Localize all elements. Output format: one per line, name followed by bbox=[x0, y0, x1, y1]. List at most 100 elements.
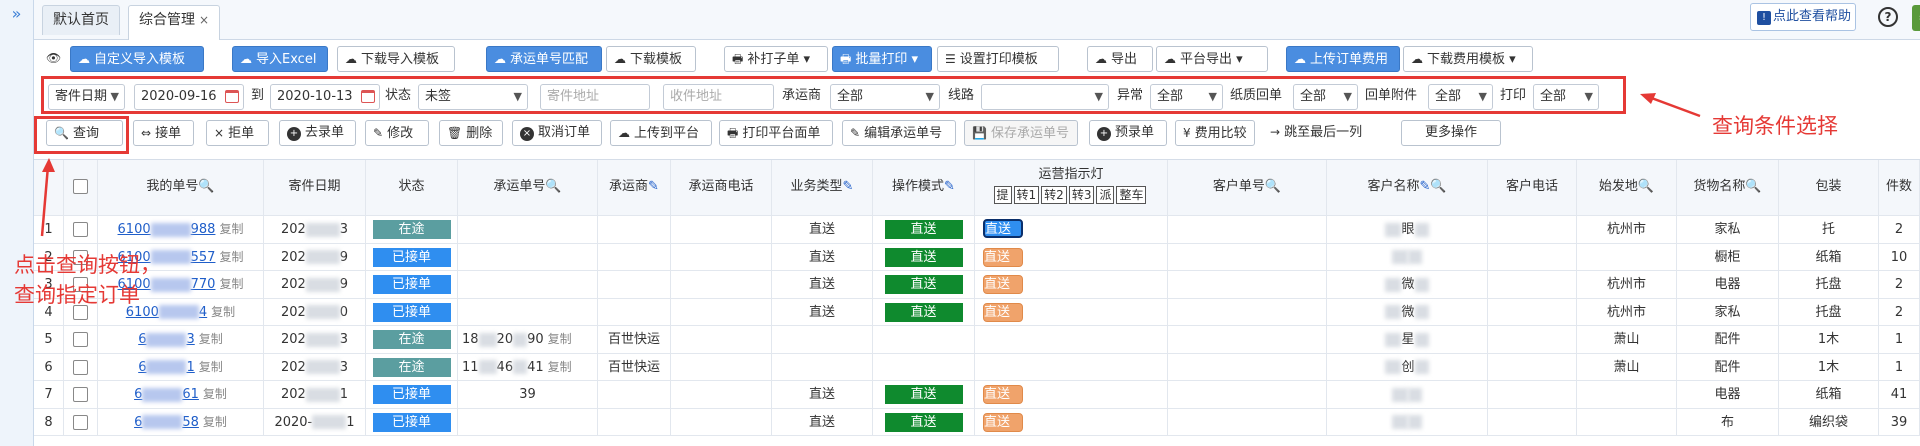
header-send-date[interactable]: 寄件日期 bbox=[264, 160, 366, 215]
header-cust-phone[interactable]: 客户电话 bbox=[1488, 160, 1577, 215]
modify-button[interactable]: ✎ 修改 bbox=[365, 120, 429, 146]
my-no-link[interactable]: 6 61 bbox=[134, 387, 199, 402]
eye-icon[interactable]: 👁 bbox=[46, 51, 61, 65]
cancel-order-button[interactable]: × 取消订单 bbox=[512, 120, 602, 146]
table-row[interactable]: 4 6100 4 复制 202 0 已接单 直送 直送 直送微杭州市 家私 托盘 2 bbox=[34, 298, 1920, 326]
header-origin[interactable]: 始发地🔍 bbox=[1577, 160, 1677, 215]
save-carrier-no-button[interactable]: 💾 保存承运单号 bbox=[964, 120, 1078, 146]
tab-comprehensive[interactable]: 综合管理 × bbox=[128, 5, 221, 40]
copy-link[interactable]: 复制 bbox=[203, 415, 227, 429]
lamp-badge[interactable]: 直送 bbox=[983, 247, 1023, 267]
pre-entry-button[interactable]: + 预录单 bbox=[1089, 120, 1167, 146]
status-select[interactable]: 未签 ▼ bbox=[418, 84, 528, 110]
select-all-checkbox[interactable] bbox=[73, 179, 88, 194]
calendar-icon[interactable] bbox=[225, 90, 239, 103]
paper-receipt-select[interactable]: 全部 ▼ bbox=[1293, 84, 1358, 110]
print-platform-waybill-button[interactable]: 🖶 打印平台面单 bbox=[719, 120, 833, 146]
lamp-filter-full-truck[interactable]: 整车 bbox=[1116, 186, 1147, 204]
table-row[interactable]: 5 6 3 复制 202 3 在途 18 20 90 复制 百世快运星萧山 配件 1木 1 bbox=[34, 326, 1920, 354]
header-select-all[interactable] bbox=[64, 160, 98, 215]
export-button[interactable]: ☁ 导出 bbox=[1087, 46, 1153, 72]
lamp-filter-pickup[interactable]: 提 bbox=[993, 186, 1012, 204]
settings-icon[interactable]: ⚙ bbox=[1912, 5, 1920, 31]
row-checkbox[interactable] bbox=[73, 387, 88, 402]
carrier-no-match-button[interactable]: ☁ 承运单号匹配 bbox=[486, 46, 602, 72]
print-select[interactable]: 全部 ▼ bbox=[1533, 84, 1599, 110]
query-button[interactable]: 🔍 查询 bbox=[46, 120, 123, 146]
reject-order-button[interactable]: × 拒单 bbox=[206, 120, 269, 146]
download-fee-template-button[interactable]: ☁ 下载费用模板 ▾ bbox=[1403, 46, 1533, 72]
search-icon[interactable]: 🔍 bbox=[198, 179, 214, 194]
header-pieces[interactable]: 件数 bbox=[1879, 160, 1920, 215]
accept-order-button[interactable]: ⇔ 接单 bbox=[133, 120, 194, 146]
header-my-no[interactable]: 我的单号🔍 bbox=[98, 160, 264, 215]
edit-carrier-no-button[interactable]: ✎ 编辑承运单号 bbox=[842, 120, 956, 146]
import-excel-button[interactable]: ☁ 导入Excel bbox=[232, 46, 328, 72]
calendar-icon[interactable] bbox=[361, 90, 375, 103]
date-to-input[interactable]: 2020-10-13 bbox=[270, 84, 380, 110]
header-goods[interactable]: 货物名称🔍 bbox=[1677, 160, 1779, 215]
copy-link[interactable]: 复制 bbox=[548, 332, 572, 346]
search-icon[interactable]: 🔍 bbox=[1745, 179, 1761, 194]
close-icon[interactable]: × bbox=[199, 13, 209, 27]
batch-print-button[interactable]: 🖶 批量打印 ▾ bbox=[832, 46, 932, 72]
tab-home[interactable]: 默认首页 bbox=[42, 5, 120, 35]
table-row[interactable]: 3 6100 770 复制 202 9 已接单 直送 直送 直送微杭州市 电器 托盘 2 bbox=[34, 271, 1920, 299]
copy-link[interactable]: 复制 bbox=[211, 305, 235, 319]
lamp-badge[interactable]: 直送 bbox=[983, 275, 1023, 294]
copy-link[interactable]: 复制 bbox=[219, 277, 243, 291]
search-icon[interactable]: 🔍 bbox=[1430, 179, 1446, 194]
pencil-icon[interactable]: ✎ bbox=[1419, 179, 1430, 194]
expand-sidebar-icon[interactable]: » bbox=[0, 4, 33, 23]
download-template-button[interactable]: ☁ 下载模板 bbox=[606, 46, 696, 72]
lamp-badge[interactable]: 直送 bbox=[983, 219, 1023, 238]
date-from-input[interactable]: 2020-09-16 bbox=[134, 84, 244, 110]
lamp-filter-transfer3[interactable]: 转3 bbox=[1068, 186, 1095, 204]
header-op-mode[interactable]: 操作模式✎ bbox=[873, 160, 975, 215]
pencil-icon[interactable]: ✎ bbox=[648, 179, 659, 194]
lamp-badge[interactable]: 直送 bbox=[983, 412, 1023, 432]
copy-link[interactable]: 复制 bbox=[203, 387, 227, 401]
row-checkbox[interactable] bbox=[73, 359, 88, 375]
date-type-select[interactable]: 寄件日期 ▼ bbox=[48, 84, 125, 110]
search-icon[interactable]: 🔍 bbox=[1638, 179, 1654, 194]
my-no-link[interactable]: 6 58 bbox=[134, 415, 199, 430]
question-icon[interactable]: ? bbox=[1878, 7, 1898, 27]
header-cust-no[interactable]: 客户单号🔍 bbox=[1168, 160, 1327, 215]
set-print-template-button[interactable]: ☰ 设置打印模板 bbox=[937, 46, 1059, 72]
platform-export-button[interactable]: ☁ 平台导出 ▾ bbox=[1156, 46, 1268, 72]
copy-link[interactable]: 复制 bbox=[199, 360, 223, 374]
go-enter-order-button[interactable]: + 去录单 bbox=[279, 120, 356, 146]
exception-select[interactable]: 全部 ▼ bbox=[1150, 84, 1223, 110]
my-no-link[interactable]: 61 bbox=[138, 360, 195, 375]
header-cust-name[interactable]: 客户名称✎🔍 bbox=[1327, 160, 1488, 215]
header-carrier-phone[interactable]: 承运商电话 bbox=[671, 160, 772, 215]
row-checkbox[interactable] bbox=[73, 414, 88, 430]
header-package[interactable]: 包装 bbox=[1779, 160, 1879, 215]
carrier-select[interactable]: 全部 ▼ bbox=[830, 84, 940, 110]
jump-last-column-button[interactable]: → 跳至最后一列 bbox=[1263, 120, 1373, 146]
row-checkbox[interactable] bbox=[73, 332, 88, 347]
copy-link[interactable]: 复制 bbox=[219, 222, 243, 236]
my-no-link[interactable]: 63 bbox=[138, 332, 195, 347]
copy-link[interactable]: 复制 bbox=[199, 332, 223, 346]
delete-button[interactable]: 🗑 删除 bbox=[439, 120, 503, 146]
lamp-badge[interactable]: 直送 bbox=[983, 385, 1023, 404]
copy-link[interactable]: 复制 bbox=[219, 250, 243, 264]
reprint-sub-order-button[interactable]: 🖶 补打子单 ▾ bbox=[724, 46, 828, 72]
help-button[interactable]: ! 点此查看帮助 bbox=[1750, 3, 1856, 31]
fee-compare-button[interactable]: ¥ 费用比较 bbox=[1175, 120, 1255, 146]
row-checkbox[interactable] bbox=[73, 222, 88, 237]
my-no-link[interactable]: 6100 988 bbox=[118, 222, 216, 237]
header-biz-type[interactable]: 业务类型✎ bbox=[772, 160, 873, 215]
lamp-filter-transfer1[interactable]: 转1 bbox=[1013, 186, 1040, 204]
table-row[interactable]: 6 6 1 复制 202 3 在途 11 46 41 复制 百世快运创萧山 配件 1木 1 bbox=[34, 353, 1920, 381]
search-icon[interactable]: 🔍 bbox=[1265, 179, 1281, 194]
table-row[interactable]: 1 6100 988 复制 202 3 在途 直送 直送 直送眼杭州市 家私托 2 bbox=[34, 216, 1920, 244]
table-row[interactable]: 8 6 58 复制 2020- 1 已接单 直送 直送 直送布编织袋 39 bbox=[34, 408, 1920, 436]
lamp-filter-transfer2[interactable]: 转2 bbox=[1041, 186, 1067, 204]
upload-to-platform-button[interactable]: ☁ 上传到平台 bbox=[610, 120, 712, 146]
custom-import-template-button[interactable]: ☁ 自定义导入模板 bbox=[70, 46, 204, 72]
upload-order-fee-button[interactable]: ☁ 上传订单费用 bbox=[1286, 46, 1400, 72]
sender-address-input[interactable]: 寄件地址 bbox=[540, 84, 650, 110]
